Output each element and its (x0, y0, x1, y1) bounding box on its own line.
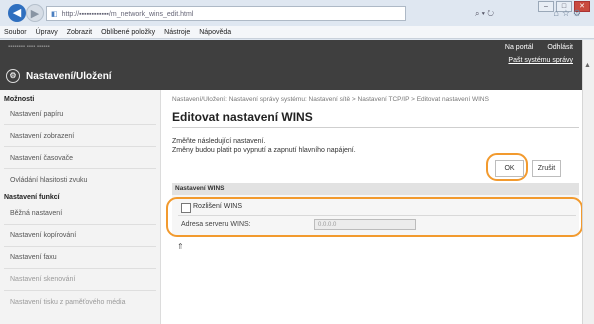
sidebar-item-timer[interactable]: Nastavení časovače (10, 155, 73, 162)
title-divider (172, 127, 579, 128)
forward-arrow-icon[interactable]: ▶ (26, 4, 44, 22)
address-url: http://▪▪▪▪▪▪▪▪▪▪▪▪/m_network_wins_edit.… (61, 11, 194, 18)
menu-tools[interactable]: Nástroje (164, 26, 190, 38)
sidebar-item-copy[interactable]: Nastavení kopírování (10, 232, 76, 239)
sidebar-heading-preferences: Možnosti (4, 96, 35, 103)
divider (4, 290, 156, 291)
sidebar-item-volume[interactable]: Ovládání hlasitosti zvuku (10, 177, 87, 184)
page-description: Změňte následující nastavení. Změny budo… (172, 137, 356, 155)
sidebar-item-fax[interactable]: Nastavení faxu (10, 254, 57, 261)
sidebar-item-display[interactable]: Nastavení zobrazení (10, 133, 74, 140)
wins-resolution-checkbox[interactable] (181, 203, 191, 213)
divider (4, 246, 156, 247)
device-model: ▪▪▪▪▪▪▪▪ ▪▪▪▪ ▪▪▪▪▪▪ (8, 44, 50, 50)
search-icon[interactable]: ⌕ (475, 9, 479, 18)
scrollbar[interactable]: ▲ (582, 40, 594, 324)
wins-resolution-label: Rozlišení WINS (193, 203, 243, 210)
settings-gear-icon[interactable]: ⚙ (573, 8, 584, 18)
browser-chrome: – □ ✕ ◀ ▶ ◧ http://▪▪▪▪▪▪▪▪▪▪▪▪/m_network… (0, 0, 594, 40)
sidebar: Možnosti Nastavení papíru Nastavení zobr… (0, 90, 161, 324)
refresh-icon[interactable]: ↻ (487, 9, 494, 18)
settings-logo-icon: ⚙ (6, 69, 20, 83)
sidebar-item-paper[interactable]: Nastavení papíru (10, 111, 63, 118)
menu-help[interactable]: Nápověda (199, 26, 231, 38)
divider (4, 124, 156, 125)
divider (4, 168, 156, 169)
app-title: ⚙ Nastavení/Uložení (6, 69, 112, 83)
form-divider (178, 215, 576, 216)
page-icon: ◧ (51, 11, 58, 18)
address-tools: ⌕ ▾ ↻ (474, 9, 494, 18)
divider (4, 268, 156, 269)
sidebar-item-common[interactable]: Běžná nastavení (10, 210, 62, 217)
home-icon[interactable]: ⌂ (553, 8, 561, 18)
wins-server-label: Adresa serveru WINS: (181, 221, 251, 228)
menu-favorites[interactable]: Oblíbené položky (101, 26, 155, 38)
sidebar-heading-functions: Nastavení funkcí (4, 194, 60, 201)
header-links: Na portál Odhlásit (505, 44, 573, 51)
scroll-up-icon[interactable]: ▲ (584, 62, 591, 69)
menu-view[interactable]: Zobrazit (67, 26, 92, 38)
menu-bar: Soubor Úpravy Zobrazit Oblíbené položky … (0, 26, 594, 39)
wins-server-address-input[interactable]: 0.0.0.0 (314, 219, 416, 230)
admin-password-link[interactable]: Pašt systému správy (508, 57, 573, 64)
app-header: ▪▪▪▪▪▪▪▪ ▪▪▪▪ ▪▪▪▪▪▪ Na portál Odhlásit … (0, 40, 583, 90)
description-line-2: Změny budou platit po vypnutí a zapnutí … (172, 147, 356, 154)
logout-link[interactable]: Odhlásit (547, 44, 573, 51)
section-header: Nastavení WINS (172, 183, 579, 195)
portal-link[interactable]: Na portál (505, 44, 533, 51)
minimize-icon[interactable]: – (538, 1, 554, 12)
app-title-text: Nastavení/Uložení (26, 70, 112, 82)
sidebar-item-scan[interactable]: Nastavení skenování (10, 276, 75, 283)
menu-edit[interactable]: Úpravy (36, 26, 58, 38)
divider (4, 224, 156, 225)
breadcrumb: Nastavení/Uložení: Nastavení správy syst… (172, 96, 489, 103)
menu-file[interactable]: Soubor (4, 26, 27, 38)
page-title: Editovat nastavení WINS (172, 110, 313, 124)
favorites-star-icon[interactable]: ☆ (562, 8, 573, 18)
cancel-button[interactable]: Zrušit (532, 160, 561, 177)
description-line-1: Změňte následující nastavení. (172, 138, 266, 145)
page-top-icon[interactable]: ⇑ (177, 242, 184, 251)
back-arrow-icon[interactable]: ◀ (8, 4, 26, 22)
divider (4, 146, 156, 147)
toolbar-icons: ⌂☆⚙ (553, 8, 584, 19)
ok-button[interactable]: OK (495, 160, 524, 177)
address-bar[interactable]: ◧ http://▪▪▪▪▪▪▪▪▪▪▪▪/m_network_wins_edit… (46, 6, 406, 21)
sidebar-item-media-print[interactable]: Nastavení tisku z paměťového média (10, 298, 130, 307)
